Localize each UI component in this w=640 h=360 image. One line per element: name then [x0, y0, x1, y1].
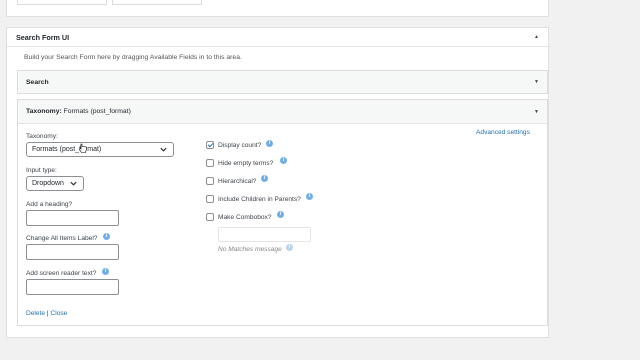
- search-form-ui-panel: Search Form UI ▲ Build your Search Form …: [6, 27, 549, 338]
- info-icon[interactable]: i: [280, 157, 287, 164]
- previous-panel: [6, 0, 549, 17]
- previous-button-1[interactable]: [17, 0, 107, 5]
- hand-cursor-icon: [79, 143, 87, 153]
- info-icon[interactable]: i: [266, 140, 273, 147]
- make-combobox-label: Make Combobox?: [218, 214, 272, 221]
- help-text: Build your Search Form here by dragging …: [24, 54, 242, 61]
- display-count-checkbox[interactable]: [206, 141, 214, 149]
- info-icon[interactable]: i: [103, 233, 110, 240]
- info-icon[interactable]: i: [261, 175, 268, 182]
- input-type-label: Input type:: [26, 167, 57, 174]
- hide-empty-terms-checkbox[interactable]: [206, 159, 214, 167]
- panel-title: Search Form UI: [16, 32, 70, 42]
- chevron-down-icon: [70, 181, 77, 186]
- close-link[interactable]: Close: [50, 310, 67, 317]
- hierarchical-checkbox[interactable]: [206, 177, 214, 185]
- info-icon[interactable]: i: [306, 193, 313, 200]
- taxonomy-select[interactable]: Formats (post_format): [26, 142, 174, 157]
- caret-down-icon[interactable]: ▼: [534, 79, 539, 85]
- no-matches-message-label: No Matches message: [218, 246, 282, 253]
- caret-down-icon[interactable]: ▼: [534, 109, 539, 115]
- combobox-placeholder-box[interactable]: [218, 227, 311, 242]
- screen-reader-input[interactable]: [26, 279, 119, 295]
- chevron-down-icon: [160, 147, 167, 152]
- search-field-title: Search: [26, 78, 49, 86]
- heading-label: Add a heading?: [26, 201, 73, 208]
- caret-up-icon[interactable]: ▲: [534, 34, 539, 40]
- change-all-items-label: Change All Items Label?: [26, 235, 98, 242]
- taxonomy-field-header[interactable]: Taxonomy: Formats (post_format) ▼: [18, 100, 547, 124]
- include-children-label: Include Children in Parents?: [218, 196, 301, 203]
- heading-input[interactable]: [26, 210, 119, 226]
- taxonomy-title-value: Formats (post_format): [63, 108, 131, 115]
- make-combobox-checkbox[interactable]: [206, 213, 214, 221]
- input-type-value: Dropdown: [32, 180, 64, 187]
- advanced-settings-link[interactable]: Advanced settings: [476, 129, 530, 136]
- search-field-item[interactable]: Search ▼: [17, 70, 548, 94]
- input-type-select[interactable]: Dropdown: [26, 176, 84, 191]
- taxonomy-label: Taxonomy:: [26, 133, 58, 140]
- info-icon[interactable]: i: [286, 244, 293, 251]
- change-all-items-input[interactable]: [26, 244, 119, 260]
- display-count-label: Display count?: [218, 142, 262, 149]
- previous-button-2[interactable]: [112, 0, 202, 5]
- taxonomy-title-label: Taxonomy:: [26, 108, 62, 115]
- hierarchical-label: Hierarchical?: [218, 178, 257, 185]
- taxonomy-field-item: Taxonomy: Formats (post_format) ▼ Advanc…: [17, 99, 548, 326]
- include-children-checkbox[interactable]: [206, 195, 214, 203]
- screen-reader-label: Add screen reader text?: [26, 270, 97, 277]
- link-separator: |: [46, 310, 49, 317]
- hide-empty-terms-label: Hide empty terms?: [218, 160, 274, 167]
- taxonomy-select-value: Formats (post_format): [32, 146, 102, 153]
- info-icon[interactable]: i: [102, 268, 109, 275]
- panel-header[interactable]: Search Form UI ▲: [7, 28, 548, 47]
- info-icon[interactable]: i: [277, 211, 284, 218]
- delete-link[interactable]: Delete: [26, 310, 45, 317]
